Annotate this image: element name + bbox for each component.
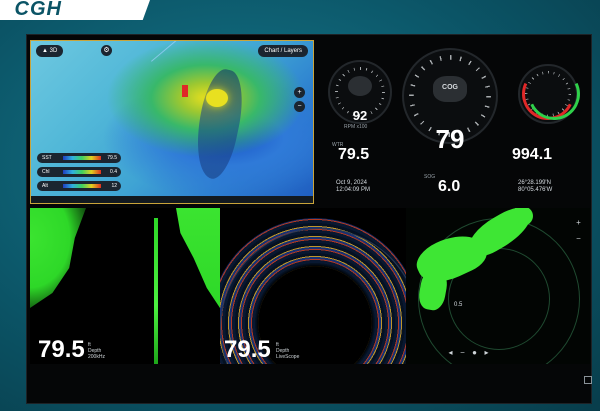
chart-scale-bar <box>31 196 313 203</box>
legend-row: SST 79.5 <box>37 153 121 163</box>
legend-color-bar <box>63 170 101 174</box>
latitude-text: 26°28.199'N <box>518 180 551 186</box>
pressure-value: 994.1 <box>512 146 553 163</box>
speed-label: SOG <box>424 174 436 180</box>
depth-frequency: 200kHz <box>88 354 105 360</box>
menu-icon[interactable] <box>584 376 592 384</box>
gauge-hub <box>348 76 372 96</box>
compass-value: 79 <box>435 124 465 154</box>
speed-value: 6.0 <box>438 178 461 195</box>
brand-logo: CGH <box>0 0 150 20</box>
status-bar <box>30 366 590 396</box>
legend-value: 0.4 <box>110 169 117 175</box>
water-temp-value: 79.5 <box>338 146 370 163</box>
compass-inner-label: COG <box>442 84 458 91</box>
longitude-text: 80°05.476'W <box>518 187 553 193</box>
chart-hotspot <box>206 89 228 107</box>
settings-icon[interactable]: ⚙ <box>101 45 112 56</box>
zoom-out-icon[interactable]: − <box>294 101 305 112</box>
zoom-in-icon[interactable]: + <box>294 87 305 98</box>
radar-prev-icon[interactable]: ◂ <box>446 348 455 357</box>
sonar-return-right <box>176 208 220 308</box>
legend-value: 79.5 <box>107 155 117 161</box>
sonar-pane-left[interactable]: 79.5 ft Depth 200kHz <box>30 208 220 364</box>
sonar-return-left <box>30 208 86 308</box>
legend-label: SST <box>42 155 52 161</box>
depth-value: 79.5 <box>224 336 271 363</box>
legend-value: 12 <box>111 183 117 189</box>
date-text: Oct 9, 2024 <box>336 180 368 186</box>
radar-range-down-icon[interactable]: − <box>458 348 467 357</box>
chart-layers-button[interactable]: Chart / Layers <box>258 45 308 57</box>
chart-ridge <box>188 66 250 182</box>
depth-mode: LiveScope <box>276 354 300 360</box>
time-text: 12:04:09 PM <box>336 187 371 193</box>
sonar-beam <box>154 218 158 364</box>
chart-mode-button[interactable]: ▲ 3D <box>36 45 64 57</box>
chart-pane[interactable]: ▲ 3D ⚙ Chart / Layers + − SST 79.5 Chl 0… <box>30 40 314 204</box>
radar-pane[interactable]: + − 0.5 ◂ − ● ▸ <box>406 208 590 364</box>
radar-range-up-icon[interactable]: ● <box>470 348 479 357</box>
legend-label: Alt <box>42 183 48 189</box>
legend-color-bar <box>63 184 101 188</box>
rpm-caption: RPM x100 <box>344 124 368 130</box>
sonar-pane-live[interactable]: 79.5 ft Depth LiveScope <box>220 208 406 364</box>
legend-color-bar <box>63 156 101 160</box>
radar-zoom-in-icon[interactable]: + <box>574 218 583 227</box>
radar-zoom-out-icon[interactable]: − <box>574 234 583 243</box>
radar-range-label: 0.5 <box>454 302 463 308</box>
radar-next-icon[interactable]: ▸ <box>482 348 491 357</box>
instrument-pane[interactable]: 92 RPM x100 COG 79 WTR 79.5 994.1 Oct 9,… <box>322 40 590 206</box>
brand-logo-text: CGH <box>14 0 62 20</box>
legend-label: Chl <box>42 169 50 175</box>
rpm-value: 92 <box>352 108 368 123</box>
legend-row: Chl 0.4 <box>37 167 121 177</box>
legend-row: Alt 12 <box>37 181 121 191</box>
vessel-marker[interactable] <box>182 85 188 97</box>
depth-value: 79.5 <box>38 336 85 363</box>
